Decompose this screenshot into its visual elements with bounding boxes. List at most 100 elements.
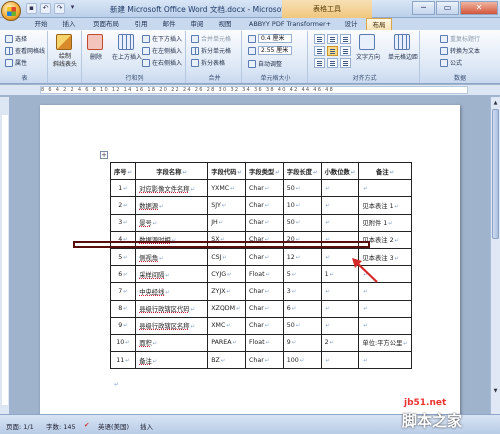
table-cell[interactable]: SJY↵ (207, 196, 246, 215)
table-cell[interactable]: 9↵ (282, 333, 322, 353)
maximize-button[interactable]: ▭ (436, 1, 459, 15)
split-table-button[interactable]: 拆分表格 (191, 58, 225, 67)
table-cell[interactable]: 景号↵ (135, 213, 209, 232)
table-cell[interactable]: 见附件 1↵ (358, 213, 412, 232)
split-cells-button[interactable]: 拆分单元格 (191, 46, 231, 55)
insert-left-button[interactable]: 在左侧插入 (142, 46, 182, 55)
table-cell[interactable]: 8↵ (109, 299, 137, 318)
table-cell[interactable]: 1↵ (109, 179, 137, 198)
formula-button[interactable]: 公式 (440, 58, 462, 67)
table-row[interactable]: 3↵ 景号↵ JH↵ Char↵ 50↵ ↵ 见附件 1↵ (109, 213, 412, 232)
status-word-count[interactable]: 字数: 145 (46, 421, 76, 431)
insert-above-button[interactable]: 在上方插入 (112, 34, 142, 61)
table-row[interactable]: 2↵ 数据源↵ SJY↵ Char↵ 10↵ ↵ 见本表注 1↵ (109, 196, 412, 215)
table-row[interactable]: 10↵ 面积↵ PAREA↵ Float↵ 9↵ 2↵ 单位:平方公里↵ (109, 333, 412, 353)
tab-layout[interactable]: 布局 (366, 18, 392, 30)
table-cell[interactable]: ↵ (320, 299, 360, 318)
close-button[interactable]: ✕ (460, 1, 498, 15)
table-row[interactable]: 1↵ 对应影像文件名称↵ YXMC↵ Char↵ 50↵ ↵ ↵ (109, 179, 412, 198)
align-middle-right-button[interactable] (340, 46, 351, 56)
align-middle-center-button[interactable] (327, 46, 338, 56)
table-cell[interactable]: Char↵ (245, 351, 284, 370)
table-cell[interactable]: Char↵ (245, 179, 284, 198)
table-cell[interactable]: 中央经线↵ (135, 282, 209, 301)
table-cell[interactable]: 采样间隔↵ (135, 265, 209, 284)
tab-references[interactable]: 引用 (130, 18, 152, 30)
table-cell[interactable]: ↵ (358, 282, 412, 301)
table-cell[interactable]: 3↵ (282, 282, 322, 301)
table-cell[interactable]: JH↵ (207, 213, 246, 232)
table-cell[interactable]: Char↵ (245, 282, 284, 301)
table-cell[interactable]: 见本表注 1↵ (358, 196, 412, 215)
table-cell[interactable]: 备注↵ (135, 351, 209, 370)
status-language[interactable]: 英语(美国) (98, 421, 129, 431)
table-cell[interactable]: 10↵ (282, 196, 322, 215)
tab-home[interactable]: 开始 (30, 18, 52, 30)
table-cell[interactable]: Char↵ (245, 247, 284, 267)
table-cell[interactable]: 12↵ (282, 247, 322, 267)
table-row[interactable]: 7↵ 中央经线↵ ZYJX↵ Char↵ 3↵ ↵ ↵ (109, 282, 412, 301)
align-top-right-button[interactable] (340, 34, 351, 44)
table-cell[interactable]: 100↵ (282, 351, 322, 370)
tab-abbyy[interactable]: ABBYY PDF Transformer+ (244, 18, 336, 30)
text-direction-button[interactable]: 文字方向 (356, 34, 380, 61)
table-move-handle-icon[interactable]: + (100, 151, 108, 159)
office-button[interactable] (1, 1, 21, 21)
table-cell[interactable]: ↵ (320, 179, 360, 198)
table-cell[interactable]: CYJG↵ (207, 265, 246, 284)
select-button[interactable]: 选择 (5, 34, 27, 43)
table-cell[interactable]: ↵ (358, 299, 412, 318)
table-cell[interactable]: 9↵ (109, 316, 137, 335)
vertical-scrollbar[interactable]: ▲ ▼ (490, 97, 500, 414)
table-cell[interactable]: 2↵ (109, 196, 137, 215)
table-cell[interactable]: 50↵ (282, 213, 322, 232)
convert-to-text-button[interactable]: 转换为文本 (440, 46, 480, 55)
table-cell[interactable]: ↵ (320, 282, 360, 301)
status-page[interactable]: 页面: 1/1 (6, 421, 34, 431)
table-cell[interactable]: 2↵ (320, 333, 360, 353)
align-bottom-left-button[interactable] (314, 58, 325, 68)
table-row[interactable]: 8↵ 县级行政辖区代码↵ XZQDM↵ Char↵ 6↵ ↵ ↵ (109, 299, 412, 318)
properties-button[interactable]: 属性 (5, 58, 27, 67)
table-cell[interactable]: 50↵ (282, 179, 322, 198)
scroll-down-icon[interactable]: ▼ (492, 387, 499, 395)
redo-icon[interactable]: ↷ (54, 3, 65, 14)
tab-design[interactable]: 设计 (340, 18, 362, 30)
table-cell[interactable]: Char↵ (245, 316, 284, 335)
scroll-up-icon[interactable]: ▲ (492, 99, 499, 107)
table-cell[interactable]: 对应影像文件名称↵ (135, 179, 209, 198)
table-cell[interactable]: 面积↵ (135, 333, 209, 353)
tab-page-layout[interactable]: 页面布局 (88, 18, 124, 30)
horizontal-ruler[interactable]: 8 6 4 2 2 4 6 8 10 12 14 16 18 20 22 24 … (0, 85, 500, 96)
autofit-button[interactable]: 自动调整 (248, 59, 282, 68)
table-cell[interactable]: 单位:平方公里↵ (358, 333, 412, 353)
table-header-cell[interactable]: 字段长度↵ (282, 161, 322, 181)
table-cell[interactable]: 5↵ (109, 247, 137, 267)
table-cell[interactable]: BZ↵ (207, 351, 246, 370)
align-middle-left-button[interactable] (314, 46, 325, 56)
align-top-center-button[interactable] (327, 34, 338, 44)
merge-cells-button[interactable]: 合并单元格 (191, 34, 231, 43)
table-cell[interactable]: 11↵ (109, 351, 137, 370)
table-row[interactable]: 11↵ 备注↵ BZ↵ Char↵ 100↵ ↵ ↵ (109, 351, 412, 370)
cell-margins-button[interactable]: 单元格边距 (388, 34, 418, 61)
save-icon[interactable]: ▪ (26, 3, 37, 14)
document-page[interactable]: + 序号↵ 字段名称↵ 字段代码↵ 字段类型↵ 字段长度↵ 小数位数↵ 备注↵ 1↵ 对应影像… (40, 105, 460, 414)
draw-diagonal-header-button[interactable] (56, 34, 74, 50)
table-cell[interactable]: 侧视角↵ (135, 247, 209, 267)
table-cell[interactable]: CSJ↵ (207, 247, 246, 267)
table-cell[interactable]: ↵ (320, 213, 360, 232)
table-cell[interactable]: ↵ (320, 351, 360, 370)
gridlines-button[interactable]: 查看网格线 (5, 46, 45, 55)
table-cell[interactable]: ↵ (320, 316, 360, 335)
table-cell[interactable]: XZQDM↵ (207, 299, 246, 318)
table-cell[interactable]: Float↵ (245, 333, 284, 353)
table-cell[interactable]: ↵ (320, 196, 360, 215)
insert-right-button[interactable]: 在右侧插入 (142, 58, 182, 67)
tab-insert[interactable]: 插入 (58, 18, 80, 30)
table-header-cell[interactable]: 字段代码↵ (207, 161, 246, 181)
table-cell[interactable]: 县级行政辖区名称↵ (135, 316, 209, 335)
tab-review[interactable]: 审阅 (186, 18, 208, 30)
table-cell[interactable]: ↵ (358, 351, 412, 370)
table-cell[interactable]: ↵ (358, 179, 412, 198)
